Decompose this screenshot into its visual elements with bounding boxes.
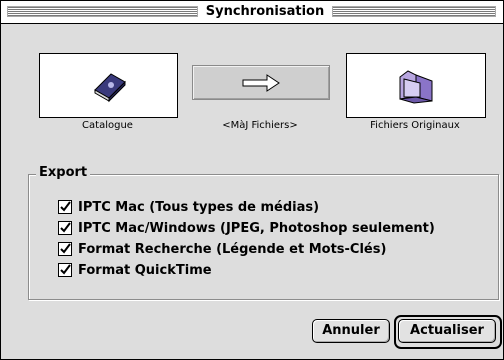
book-icon: [93, 72, 126, 102]
cancel-button[interactable]: Annuler: [312, 319, 390, 343]
checkbox-iptc-mac[interactable]: IPTC Mac (Tous types de médias): [58, 198, 319, 216]
checkbox[interactable]: [58, 263, 72, 277]
window-title: Synchronisation: [198, 3, 332, 21]
checkmark-icon: [60, 222, 71, 233]
export-group: [28, 174, 499, 300]
checkmark-icon: [60, 201, 71, 212]
update-files-label: <MàJ Fichiers>: [222, 120, 298, 131]
synchronisation-dialog: Synchronisation Catalogue <MàJ Fichiers>…: [0, 0, 504, 360]
checkbox-format-recherche[interactable]: Format Recherche (Légende et Mots-Clés): [58, 240, 386, 258]
checkmark-icon: [60, 264, 71, 275]
checkbox[interactable]: [58, 221, 72, 235]
update-button[interactable]: Actualiser: [398, 319, 496, 343]
originals-box: [346, 53, 486, 118]
update-files-arrow-button[interactable]: [192, 65, 330, 100]
checkbox-iptc-mac-windows[interactable]: IPTC Mac/Windows (JPEG, Photoshop seulem…: [58, 219, 435, 237]
checkbox[interactable]: [58, 242, 72, 256]
catalogue-label: Catalogue: [82, 120, 133, 131]
checkbox-format-quicktime[interactable]: Format QuickTime: [58, 261, 212, 279]
export-group-title: Export: [36, 165, 91, 180]
folder-icon: [399, 69, 433, 104]
title-bar[interactable]: Synchronisation: [1, 1, 503, 24]
title-bar-stripes-right: [332, 6, 496, 17]
checkbox-label: Format Recherche (Légende et Mots-Clés): [78, 241, 387, 257]
title-bar-stripes-left: [7, 6, 198, 17]
checkbox-label: IPTC Mac/Windows (JPEG, Photoshop seulem…: [78, 220, 435, 236]
originals-label: Fichiers Originaux: [370, 120, 460, 131]
checkbox-label: Format QuickTime: [78, 262, 212, 278]
arrow-right-icon: [242, 73, 280, 92]
catalogue-box: [39, 53, 178, 118]
checkmark-icon: [60, 243, 71, 254]
checkbox-label: IPTC Mac (Tous types de médias): [78, 199, 320, 215]
checkbox[interactable]: [58, 200, 72, 214]
